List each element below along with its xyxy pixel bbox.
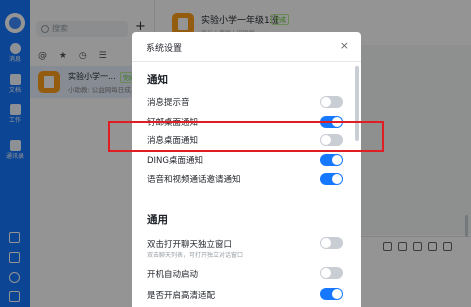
- section-heading-notifications: 通知: [147, 74, 168, 86]
- section-heading-general: 通用: [147, 214, 168, 226]
- highlight-box: [108, 121, 384, 152]
- setting-label-auto-start: 开机自动启动: [147, 270, 199, 280]
- settings-dialog: 系统设置 × 通知 消息提示音 钉邮桌面通知 消息桌面通知 DING桌面通知 语…: [132, 32, 361, 307]
- setting-label-call-invite: 语音和视频通话邀请通知: [147, 175, 241, 185]
- setting-label-message-sound: 消息提示音: [147, 98, 190, 108]
- toggle-auto-start[interactable]: [320, 267, 343, 279]
- divider: [132, 61, 361, 62]
- close-icon[interactable]: ×: [340, 39, 349, 52]
- toggle-ding-desktop[interactable]: [320, 154, 343, 166]
- toggle-hd-adapt[interactable]: [320, 288, 343, 300]
- setting-label-hd-adapt: 是否开启高清适配: [147, 291, 216, 301]
- dialog-title: 系统设置: [146, 44, 183, 54]
- toggle-double-click[interactable]: [320, 237, 343, 249]
- toggle-message-sound[interactable]: [320, 96, 343, 108]
- setting-note-double-click: 双击聊天列表，可打开独立对话窗口: [147, 252, 244, 259]
- toggle-call-invite[interactable]: [320, 173, 343, 185]
- setting-label-double-click: 双击打开聊天独立窗口: [147, 240, 233, 250]
- setting-label-ding-desktop: DING桌面通知: [147, 156, 203, 166]
